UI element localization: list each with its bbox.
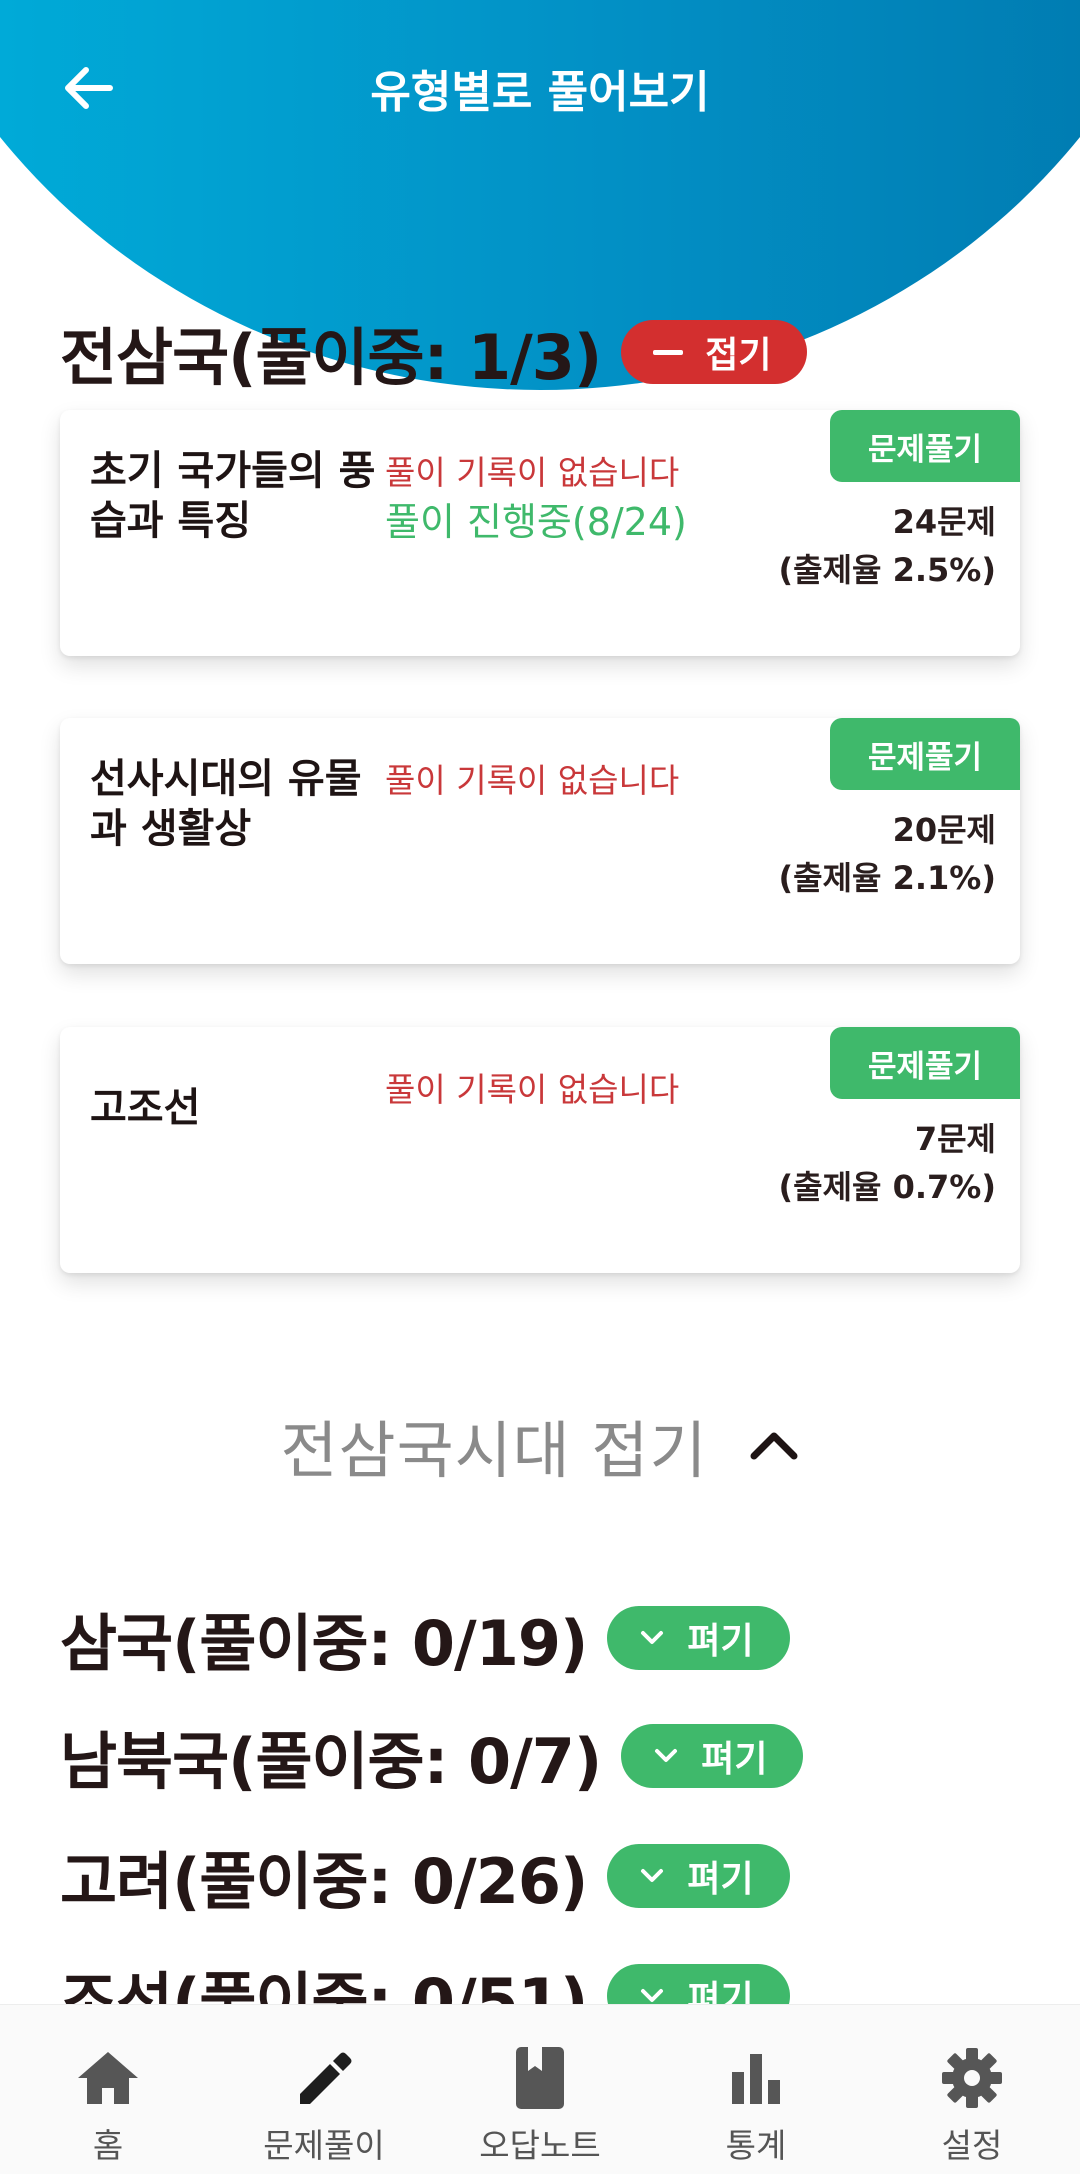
exam-rate: (출제율 2.1%): [778, 859, 996, 897]
nav-item-home[interactable]: 홈: [0, 2005, 216, 2174]
nav-label: 설정: [941, 2126, 1003, 2165]
topic-stats: 20문제 (출제율 2.1%): [779, 806, 996, 902]
gear-icon: [942, 2048, 1002, 2108]
notebook-icon: [516, 2047, 564, 2109]
bottom-navigation: 홈 문제풀이 오답노트 통계 설정: [0, 2004, 1080, 2174]
section-header-jeonsamguk: 전삼국(풀이중: 1/3) 접기: [60, 312, 808, 394]
status-no-record: 풀이 기록이 없습니다: [385, 1070, 680, 1109]
expand-button-label: 펴기: [701, 1739, 768, 1780]
question-count: 7문제: [914, 1120, 996, 1158]
exam-rate: (출제율 0.7%): [778, 1168, 996, 1206]
section-title: 삼국(풀이중: 0/19): [60, 1607, 588, 1680]
minus-icon: [653, 349, 684, 355]
nav-item-stats[interactable]: 통계: [648, 2005, 864, 2174]
chevron-down-icon: [655, 1749, 678, 1762]
topic-card[interactable]: 선사시대의 유물과 생활상 풀이 기록이 없습니다 문제풀기 20문제 (출제율…: [60, 718, 1020, 964]
topic-stats: 7문제 (출제율 0.7%): [779, 1115, 996, 1211]
nav-label: 홈: [92, 2126, 124, 2165]
nav-item-wrong-notes[interactable]: 오답노트: [432, 2005, 648, 2174]
collapse-button[interactable]: 접기: [621, 320, 808, 384]
collapse-button-label: 접기: [705, 335, 772, 376]
expand-button[interactable]: 펴기: [607, 1844, 790, 1908]
solve-problems-button[interactable]: 문제풀기: [830, 1027, 1020, 1099]
nav-label: 문제풀이: [263, 2126, 385, 2165]
topic-stats: 24문제 (출제율 2.5%): [779, 498, 996, 594]
topic-status: 풀이 기록이 없습니다: [385, 1067, 715, 1113]
nav-label: 통계: [725, 2126, 787, 2165]
collapse-era-label: 전삼국시대 접기: [280, 1414, 708, 1487]
chevron-down-icon: [641, 1631, 664, 1644]
page-title: 유형별로 풀어보기: [370, 67, 710, 118]
section-title: 고려(풀이중: 0/26): [60, 1845, 588, 1918]
nav-item-settings[interactable]: 설정: [864, 2005, 1080, 2174]
expand-button-label: 펴기: [687, 1859, 754, 1900]
solve-problems-button[interactable]: 문제풀기: [830, 410, 1020, 482]
section-title: 전삼국(풀이중: 1/3): [60, 321, 602, 394]
topic-status: 풀이 기록이 없습니다: [385, 758, 715, 804]
status-no-record: 풀이 기록이 없습니다: [385, 761, 680, 800]
chevron-up-icon: [750, 1432, 797, 1460]
nav-item-solve[interactable]: 문제풀이: [216, 2005, 432, 2174]
status-no-record: 풀이 기록이 없습니다: [385, 453, 680, 492]
expand-button[interactable]: 펴기: [621, 1724, 804, 1788]
bar-chart-icon: [732, 2054, 780, 2104]
status-in-progress: 풀이 진행중(8/24): [385, 500, 687, 544]
chevron-down-icon: [641, 1869, 664, 1882]
question-count: 24문제: [892, 503, 996, 541]
expand-button[interactable]: 펴기: [607, 1606, 790, 1670]
collapse-era-button[interactable]: 전삼국시대 접기: [0, 1400, 1080, 1490]
chevron-down-icon: [641, 1989, 664, 2002]
pencil-icon: [300, 2052, 352, 2104]
topic-title: 고조선: [90, 1085, 201, 1131]
topic-card[interactable]: 고조선 풀이 기록이 없습니다 문제풀기 7문제 (출제율 0.7%): [60, 1027, 1020, 1273]
exam-rate: (출제율 2.5%): [778, 551, 996, 589]
question-count: 20문제: [892, 811, 996, 849]
solve-problems-button[interactable]: 문제풀기: [830, 718, 1020, 790]
home-icon: [78, 2052, 138, 2104]
expand-button-label: 펴기: [687, 1621, 754, 1662]
topic-status: 풀이 기록이 없습니다 풀이 진행중(8/24): [385, 450, 715, 548]
section-header-nambukguk: 남북국(풀이중: 0/7) 펴기: [60, 1716, 804, 1798]
topic-card[interactable]: 초기 국가들의 풍습과 특징 풀이 기록이 없습니다 풀이 진행중(8/24) …: [60, 410, 1020, 656]
section-title: 남북국(풀이중: 0/7): [60, 1725, 602, 1798]
topic-title: 선사시대의 유물과 생활상: [90, 756, 362, 852]
section-header-samguk: 삼국(풀이중: 0/19) 펴기: [60, 1598, 790, 1680]
nav-label: 오답노트: [479, 2126, 601, 2165]
topic-title: 초기 국가들의 풍습과 특징: [90, 448, 376, 544]
screen: 유형별로 풀어보기 전삼국(풀이중: 1/3) 접기 초기 국가들의 풍습과 특…: [0, 0, 1080, 2174]
section-header-goryeo: 고려(풀이중: 0/26) 펴기: [60, 1836, 790, 1918]
